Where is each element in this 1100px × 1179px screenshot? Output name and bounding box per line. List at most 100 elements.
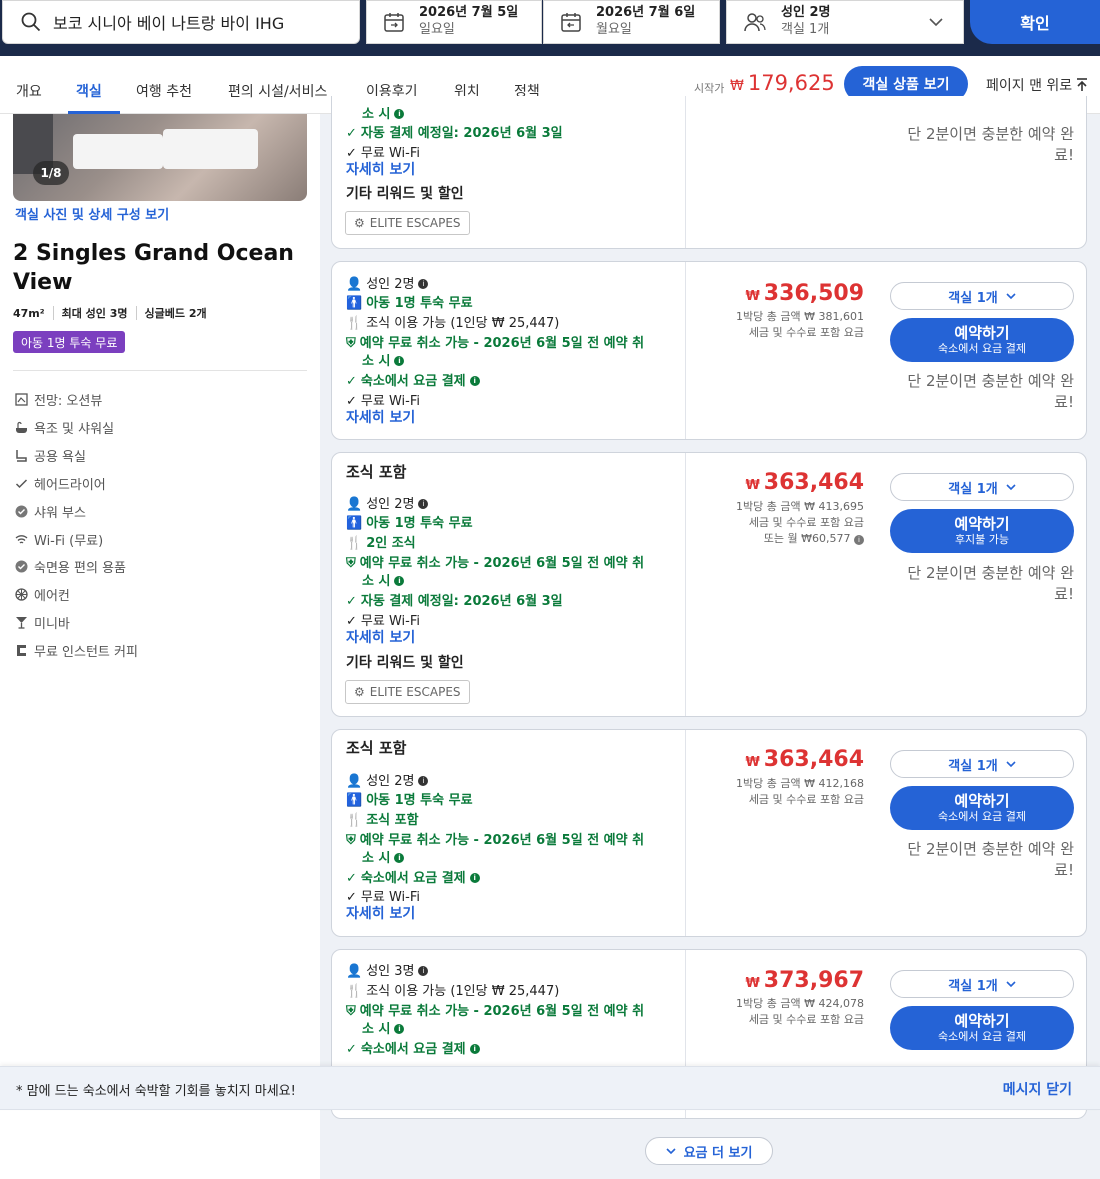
person-icon: 👤	[346, 964, 363, 979]
rate-price-value: 373,967	[763, 968, 864, 993]
info-icon[interactable]: i	[469, 376, 480, 386]
kid-text: 아동 1명 투숙 무료	[366, 516, 473, 531]
rate-heading: 조식 포함	[346, 463, 407, 481]
elite-escapes-badge[interactable]: ⚙ ELITE ESCAPES	[345, 211, 470, 235]
amenity-item: 무료 인스턴트 커피	[15, 641, 138, 660]
search-input[interactable]: 보코 시니아 베이 나트랑 바이 IHG	[2, 0, 360, 44]
tab-amenities[interactable]: 편의 시설/서비스	[228, 81, 327, 101]
amenity-item: 샤워 부스	[15, 502, 86, 521]
room-title: 2 Singles Grand Ocean View	[13, 241, 294, 295]
guests-field[interactable]: 성인 2명 객실 1개	[726, 0, 964, 44]
cancel-line: ⛨ 예약 무료 취소 가능 - 2026년 6월 5일 전 예약 취	[346, 1003, 644, 1020]
room-photo[interactable]: 1/8	[13, 114, 307, 201]
details-link[interactable]: 자세히 보기	[346, 162, 415, 179]
book-button[interactable]: 예약하기 후지불 가능	[890, 509, 1074, 553]
info-icon[interactable]: i	[854, 535, 864, 545]
view-icon	[15, 393, 28, 406]
info-icon[interactable]: i	[394, 356, 405, 366]
amenity-item: Wi-Fi (무료)	[15, 530, 103, 549]
cancel-text: 예약 무료 취소 가능 - 2026년 6월 5일 전 예약 취	[359, 336, 645, 351]
kid-text: 아동 1명 투숙 무료	[366, 296, 473, 311]
checkin-date-field[interactable]: 2026년 7월 5일 일요일	[366, 0, 542, 44]
info-icon[interactable]: i	[418, 966, 429, 976]
info-icon[interactable]: i	[394, 576, 405, 586]
cancel-text-2: 소 시	[362, 574, 391, 589]
cancel-line: ⛨ 예약 무료 취소 가능 - 2026년 6월 5일 전 예약 취	[346, 555, 644, 572]
cancel-line-2: 소 시i	[346, 353, 405, 370]
booking-hint: 단 2분이면 충분한 예약 완료!	[907, 840, 1074, 879]
book-label: 예약하기	[954, 1012, 1010, 1030]
divider	[685, 96, 686, 248]
amenity-label: 무료 인스턴트 커피	[34, 645, 138, 660]
amenity-item: 헤어드라이어	[15, 474, 106, 493]
breakfast-text: 조식 이용 가능 (1인당 ₩ 25,447)	[366, 984, 560, 999]
rate-price-value: 363,464	[763, 470, 864, 495]
photo-counter: 1/8	[33, 161, 69, 185]
room-count-select[interactable]: 객실 1개	[890, 282, 1074, 310]
check-icon	[15, 479, 28, 489]
checkout-date-field[interactable]: 2026년 7월 6일 월요일	[543, 0, 720, 44]
arrow-up-icon	[1077, 78, 1088, 91]
tab-rooms[interactable]: 객실	[76, 81, 102, 101]
amenity-label: Wi-Fi (무료)	[34, 534, 104, 549]
details-link[interactable]: 자세히 보기	[346, 630, 415, 647]
booking-hint: 단 2분이면 충분한 예약 완료!	[907, 564, 1074, 603]
back-to-top-button[interactable]: 페이지 맨 위로	[986, 75, 1088, 95]
confirm-button[interactable]: 확인	[970, 0, 1100, 44]
auto-pay-text: 자동 결제 예정일: 2026년 6월 3일	[360, 126, 563, 141]
tab-recommendations[interactable]: 여행 추천	[136, 81, 192, 101]
currency-symbol: ₩	[730, 78, 744, 94]
wifi-line: ✓ 무료 Wi-Fi	[346, 613, 420, 630]
info-icon[interactable]: i	[418, 776, 429, 786]
monthly-text: 또는 월 ₩60,577	[763, 532, 851, 545]
check-icon: ✓	[346, 126, 357, 141]
price-notes: 1박당 총 금액 ₩ 381,601 세금 및 수수료 포함 요금	[736, 309, 864, 341]
room-photos-link[interactable]: 객실 사진 및 상세 구성 보기	[15, 204, 169, 223]
currency-symbol: ₩	[745, 478, 760, 493]
adults-text: 성인 2명	[366, 774, 415, 789]
amenity-item: 전망: 오션뷰	[15, 390, 102, 409]
wifi-text: 무료 Wi-Fi	[360, 614, 420, 629]
more-rates-button[interactable]: 요금 더 보기	[645, 1137, 773, 1165]
auto-pay-line: ✓ 자동 결제 예정일: 2026년 6월 3일	[346, 125, 563, 142]
info-icon[interactable]: i	[394, 853, 405, 863]
room-count-label: 객실 1개	[948, 481, 998, 497]
room-count-select[interactable]: 객실 1개	[890, 473, 1074, 501]
divider	[52, 306, 54, 320]
info-icon[interactable]: i	[469, 873, 480, 883]
currency-symbol: ₩	[745, 755, 760, 770]
info-icon[interactable]: i	[418, 499, 429, 509]
room-count-label: 객실 1개	[948, 758, 998, 774]
info-icon[interactable]: i	[469, 1044, 480, 1054]
cancel-text-cut: 소 시	[362, 107, 391, 122]
close-banner-button[interactable]: 메시지 닫기	[1003, 1079, 1072, 1099]
book-sublabel: 후지불 가능	[954, 533, 1010, 546]
chevron-down-icon	[929, 18, 943, 27]
amenity-label: 숙면용 편의 용품	[34, 561, 126, 576]
details-link[interactable]: 자세히 보기	[346, 410, 415, 427]
book-button[interactable]: 예약하기 숙소에서 요금 결제	[890, 786, 1074, 830]
chevron-down-icon	[665, 1147, 676, 1154]
info-icon[interactable]: i	[394, 1024, 405, 1034]
room-info-panel: 1/8 객실 사진 및 상세 구성 보기 2 Singles Grand Oce…	[0, 114, 320, 1179]
total-price: 1박당 총 금액 ₩ 413,695	[736, 500, 864, 513]
shared-bath-icon	[16, 450, 27, 462]
cancel-text-2: 소 시	[362, 354, 391, 369]
details-link[interactable]: 자세히 보기	[346, 906, 415, 923]
elite-escapes-badge[interactable]: ⚙ ELITE ESCAPES	[345, 680, 470, 704]
book-button[interactable]: 예약하기 숙소에서 요금 결제	[890, 1006, 1074, 1050]
utensils-icon: 🍴	[346, 316, 363, 331]
photo-bed-shape	[73, 134, 163, 169]
info-icon[interactable]: i	[418, 279, 429, 289]
room-count-select[interactable]: 객실 1개	[890, 750, 1074, 778]
book-button[interactable]: 예약하기 숙소에서 요금 결제	[890, 318, 1074, 362]
rate-price: ₩336,509	[745, 281, 864, 306]
total-price: 1박당 총 금액 ₩ 381,601	[736, 310, 864, 323]
info-icon[interactable]: i	[394, 109, 405, 119]
cancel-line-2: 소 시i	[346, 1021, 405, 1038]
room-count-label: 객실 1개	[948, 290, 998, 306]
tab-overview[interactable]: 개요	[16, 81, 42, 101]
room-count-select[interactable]: 객실 1개	[890, 970, 1074, 998]
book-label: 예약하기	[954, 324, 1010, 342]
top-search-bar: 보코 시니아 베이 나트랑 바이 IHG 2026년 7월 5일 일요일 202…	[0, 0, 1100, 56]
